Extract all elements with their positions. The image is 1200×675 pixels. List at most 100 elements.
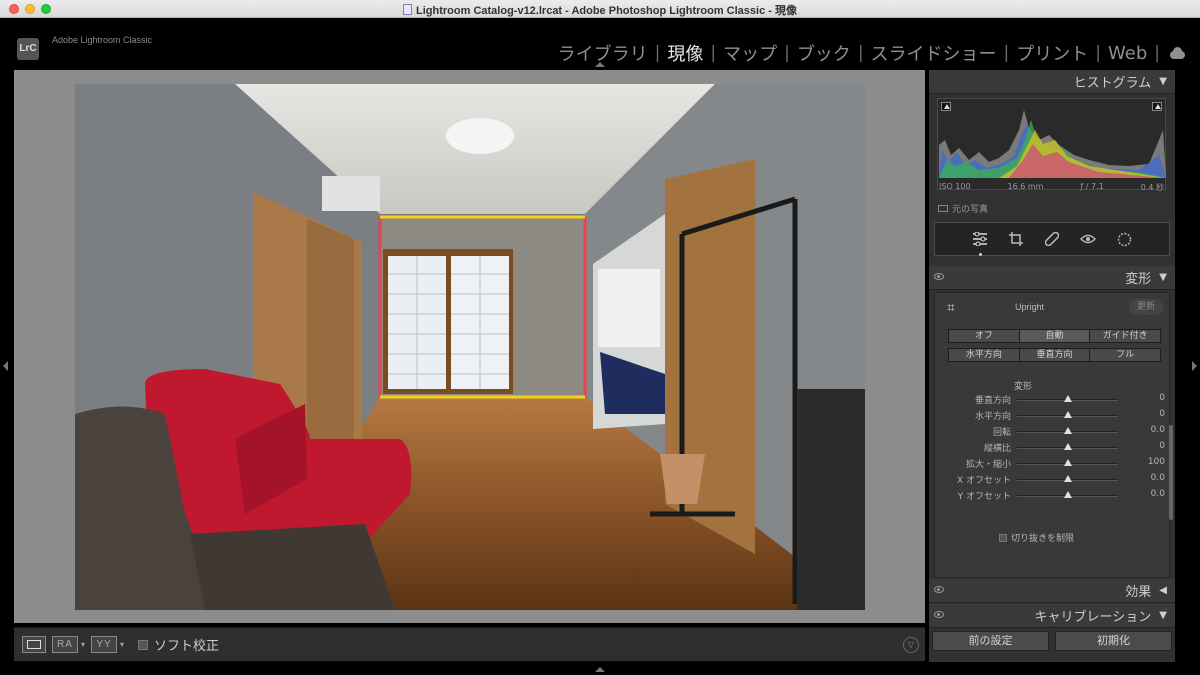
collapse-triangle-icon[interactable]: ▼ — [1159, 272, 1167, 283]
panel-visibility-eye-icon[interactable] — [934, 586, 944, 593]
before-after-ra-button[interactable]: RA — [52, 636, 78, 653]
masking-icon[interactable] — [1114, 229, 1134, 249]
constrain-crop-label: 切り抜きを制限 — [1011, 534, 1075, 544]
module-separator: | — [857, 43, 864, 63]
constrain-crop-row[interactable]: 切り抜きを制限 — [999, 531, 1074, 544]
slider-value[interactable]: 0.0 — [1151, 425, 1165, 435]
previous-settings-button[interactable]: 前の設定 — [932, 631, 1049, 651]
shutter-speed-value: 0.4 秒 — [1140, 183, 1164, 192]
slider-thumb[interactable] — [1063, 411, 1072, 418]
transform-slider-row: Y オフセット 0.0 — [935, 487, 1171, 503]
constrain-crop-checkbox[interactable] — [999, 533, 1007, 542]
lrc-logo-icon: LrC — [17, 38, 39, 60]
update-button[interactable]: 更新 — [1129, 299, 1163, 315]
chevron-down-icon[interactable]: ▾ — [120, 640, 124, 649]
histogram-panel-header[interactable]: ヒストグラム ▼ — [929, 70, 1175, 94]
slider-label: 回転 — [992, 428, 1011, 438]
loupe-view-icon — [27, 640, 41, 649]
slider-value[interactable]: 100 — [1148, 457, 1165, 467]
module-separator: | — [1154, 43, 1160, 63]
histogram-graph[interactable] — [937, 98, 1166, 190]
bandage-glyph — [1045, 232, 1059, 246]
original-photo-toggle[interactable]: 元の写真 — [938, 202, 988, 215]
before-after-yy-button[interactable]: YY — [91, 636, 118, 653]
upright-auto-button[interactable]: 自動 — [1019, 329, 1091, 343]
filmstrip-toggle-icon[interactable] — [595, 667, 605, 672]
module-separator: | — [1003, 43, 1010, 63]
panel-visibility-eye-icon[interactable] — [934, 611, 944, 618]
edit-sliders-icon[interactable] — [970, 229, 990, 256]
transform-slider-row: 垂直方向 0 — [935, 391, 1171, 407]
histogram-title: ヒストグラム — [1073, 76, 1152, 91]
upright-mode-row-2: 水平方向 垂直方向 フル — [948, 348, 1162, 362]
slider-thumb[interactable] — [1063, 475, 1072, 482]
transform-panel-header[interactable]: 変形 ▼ — [929, 266, 1175, 290]
expand-triangle-icon[interactable]: ◀ — [1159, 585, 1167, 596]
slider-thumb[interactable] — [1063, 491, 1072, 498]
upright-off-button[interactable]: オフ — [948, 329, 1020, 343]
original-photo-label: 元の写真 — [952, 205, 989, 215]
healing-icon[interactable] — [1042, 229, 1062, 249]
module-map[interactable]: マップ — [722, 40, 778, 66]
top-panel-toggle-icon[interactable] — [595, 62, 605, 67]
develop-toolbar: RA ▾ YY ▾ ソフト校正 ▽ — [14, 627, 925, 661]
slider-label: 拡大・縮小 — [965, 460, 1011, 470]
slider-value[interactable]: 0.0 — [1151, 489, 1165, 499]
slider-value[interactable]: 0 — [1159, 409, 1165, 419]
soft-proof-checkbox[interactable] — [138, 639, 149, 650]
sliders-glyph — [973, 232, 987, 246]
reset-button[interactable]: 初期化 — [1055, 631, 1172, 651]
panel-bottom-buttons: 前の設定 初期化 — [932, 631, 1172, 651]
calibration-panel-header[interactable]: キャリブレーション ▼ — [929, 604, 1175, 628]
module-web[interactable]: Web — [1107, 43, 1148, 64]
upright-vertical-button[interactable]: 垂直方向 — [1019, 348, 1091, 362]
photo-preview[interactable] — [75, 84, 865, 610]
slider-thumb[interactable] — [1063, 459, 1072, 466]
histogram-exif-info: ISO 100 16.6 mm ƒ / 7.1 0.4 秒 — [937, 182, 1166, 193]
collapse-triangle-icon[interactable]: ▼ — [1159, 610, 1167, 621]
right-panel-scrollbar[interactable] — [1169, 425, 1173, 520]
upright-full-button[interactable]: フル — [1090, 348, 1162, 362]
upright-tool-icon[interactable]: ⌗ — [947, 300, 955, 316]
module-print[interactable]: プリント — [1015, 40, 1089, 66]
toolbar-content-dropdown-icon[interactable]: ▽ — [903, 637, 919, 653]
upright-guided-button[interactable]: ガイド付き — [1090, 329, 1162, 343]
slider-value[interactable]: 0.0 — [1151, 473, 1165, 483]
shadow-clipping-icon[interactable] — [941, 102, 951, 111]
module-picker-bar: LrC Adobe Lightroom Classic ライブラリ | 現像 | マ… — [0, 18, 1200, 68]
crop-icon[interactable] — [1006, 229, 1026, 249]
effects-panel-header[interactable]: 効果 ◀ — [929, 579, 1175, 603]
slider-thumb[interactable] — [1063, 427, 1072, 434]
transform-panel: ⌗ Upright 更新 オフ 自動 ガイド付き 水平方向 垂直方向 フル 変形… — [934, 292, 1170, 578]
module-separator: | — [654, 43, 661, 63]
slider-value[interactable]: 0 — [1159, 441, 1165, 451]
cloud-sync-icon[interactable] — [1168, 47, 1186, 59]
develop-tool-strip — [934, 222, 1170, 256]
calibration-title: キャリブレーション — [1034, 610, 1152, 625]
loupe-view-button[interactable] — [22, 636, 46, 653]
effects-title: 効果 — [1125, 585, 1152, 600]
left-panel-toggle-icon[interactable] — [3, 361, 8, 371]
module-separator: | — [710, 43, 717, 63]
chevron-down-icon[interactable]: ▾ — [81, 640, 85, 649]
histogram-plot — [939, 110, 1166, 178]
module-develop[interactable]: 現像 — [666, 40, 704, 66]
right-panel-toggle-icon[interactable] — [1192, 361, 1197, 371]
module-slideshow[interactable]: スライドショー — [870, 40, 998, 66]
transform-slider-row: 拡大・縮小 100 — [935, 455, 1171, 471]
module-separator: | — [784, 43, 790, 63]
transform-slider-row: X オフセット 0.0 — [935, 471, 1171, 487]
slider-label: 縦横比 — [983, 444, 1011, 454]
slider-thumb[interactable] — [1063, 395, 1072, 402]
slider-thumb[interactable] — [1063, 443, 1072, 450]
focal-length-value: 16.6 mm — [1007, 182, 1044, 191]
image-canvas[interactable] — [14, 70, 925, 623]
upright-level-button[interactable]: 水平方向 — [948, 348, 1020, 362]
panel-visibility-eye-icon[interactable] — [934, 273, 944, 280]
highlight-clipping-icon[interactable] — [1152, 102, 1162, 111]
slider-value[interactable]: 0 — [1159, 393, 1165, 403]
collapse-triangle-icon[interactable]: ▼ — [1159, 76, 1167, 87]
module-picker: ライブラリ | 現像 | マップ | ブック | スライドショー | プリント | Web | — [557, 40, 1186, 66]
module-book[interactable]: ブック — [796, 40, 852, 66]
red-eye-icon[interactable] — [1078, 229, 1098, 249]
